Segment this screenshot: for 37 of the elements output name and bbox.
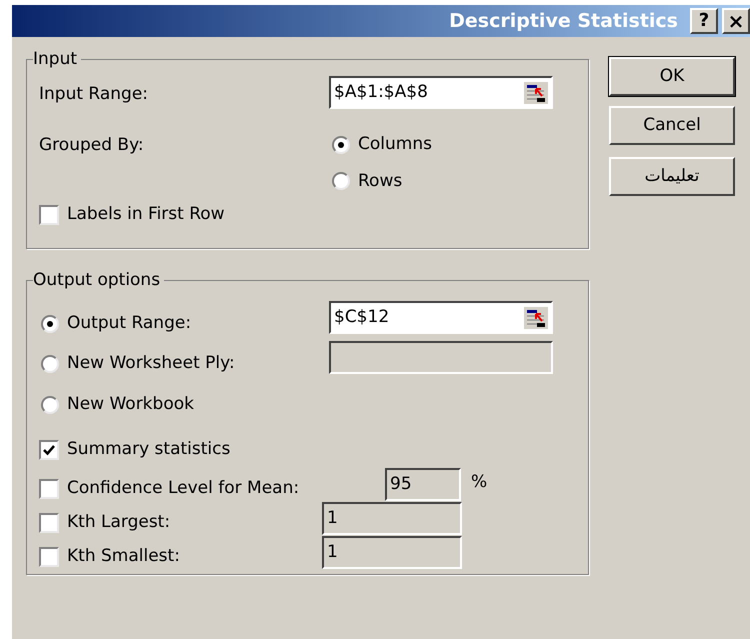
option-label: Columns (358, 133, 432, 156)
close-button[interactable]: × (722, 8, 750, 34)
option-label: Kth Smallest: (67, 545, 180, 568)
input-field[interactable]: 95 (385, 468, 461, 501)
radio-button[interactable] (332, 172, 350, 190)
option-label: New Worksheet Ply: (67, 352, 235, 375)
option-label: Kth Largest: (67, 511, 170, 534)
checkbox[interactable] (39, 478, 59, 499)
option-label: Confidence Level for Mean: (67, 477, 300, 500)
input-field[interactable]: 1 (322, 502, 462, 535)
input-field[interactable]: $A$1:$A$8 (329, 76, 553, 109)
checkmark-icon (43, 444, 55, 456)
option-label: Summary statistics (67, 438, 230, 461)
radio-button[interactable] (41, 314, 59, 333)
option-label: New Workbook (67, 393, 194, 416)
radio-button[interactable] (41, 396, 59, 414)
option-label: Output Range: (67, 312, 192, 335)
option-label: Rows (358, 170, 402, 192)
help-button[interactable]: ? (690, 8, 718, 34)
grouped-by-label: Grouped By: (39, 134, 144, 157)
unit-label: % (471, 471, 488, 494)
input-field[interactable]: 1 (322, 536, 462, 569)
range-picker-icon[interactable] (524, 306, 548, 328)
option-label: Labels in First Row (67, 203, 225, 226)
dialog-button[interactable]: OK (609, 57, 735, 96)
checkbox[interactable] (39, 204, 59, 225)
input-range-label: Input Range: (39, 83, 148, 106)
checkbox[interactable] (39, 440, 59, 460)
window-title: Descriptive Statistics (449, 8, 678, 34)
input-field[interactable]: $C$12 (329, 301, 553, 334)
checkbox[interactable] (39, 512, 59, 533)
checkbox[interactable] (39, 546, 59, 567)
dialog-button[interactable]: Cancel (609, 106, 735, 145)
dialog-button[interactable]: تعليمات (609, 157, 735, 196)
radio-button[interactable] (332, 136, 350, 154)
group-title: Output options (33, 269, 164, 291)
range-picker-icon[interactable] (524, 82, 548, 104)
